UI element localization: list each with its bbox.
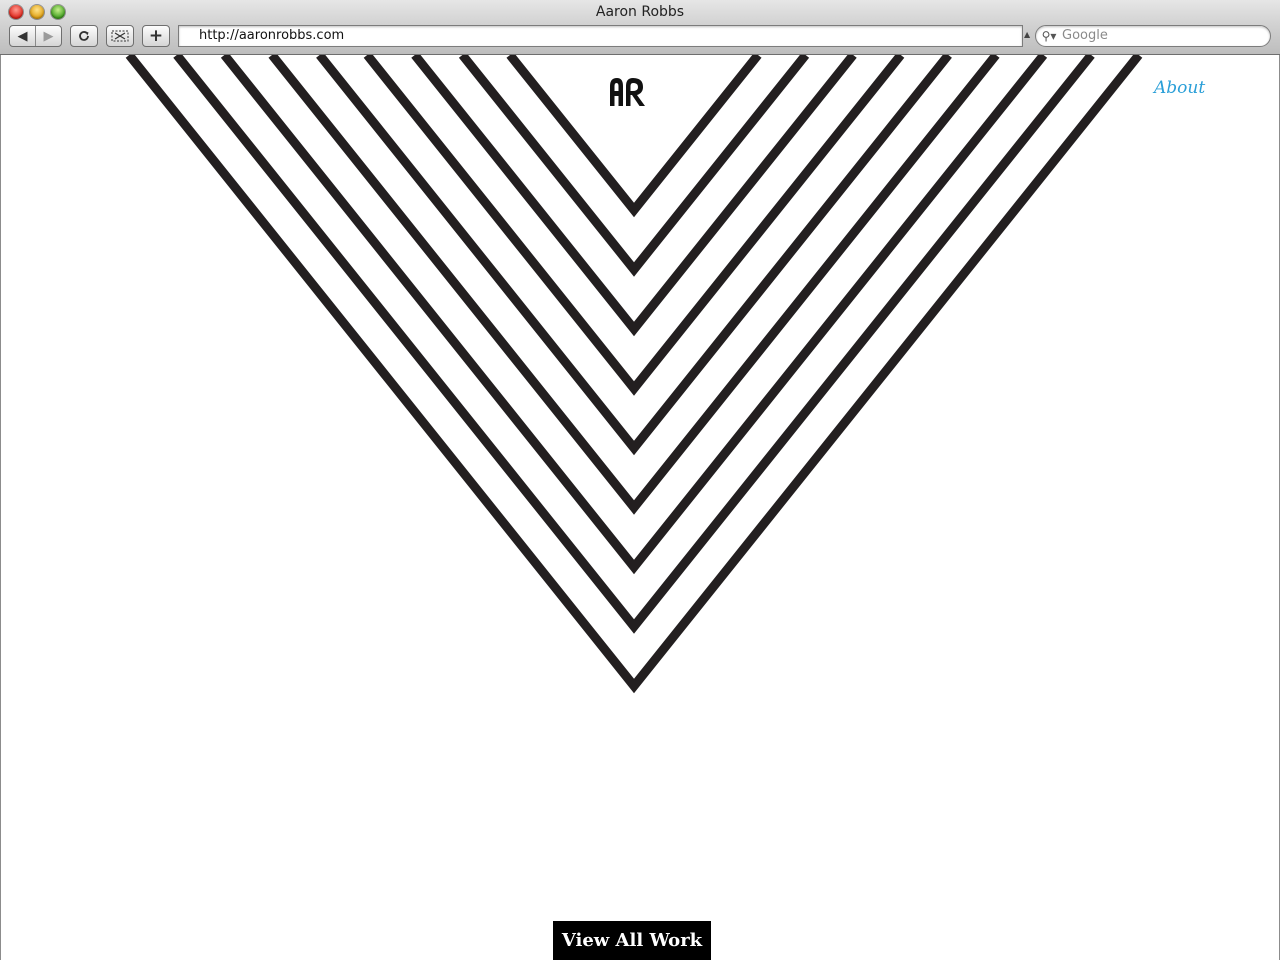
back-forward-group: ◀ ▶ <box>9 25 62 47</box>
address-bar[interactable]: http://aaronrobbs.com <box>178 25 1023 47</box>
view-all-work-button[interactable]: View All Work <box>553 921 711 960</box>
search-icon: ⚲▾ <box>1041 29 1057 43</box>
back-button[interactable]: ◀ <box>10 26 35 46</box>
chevron-stripes-graphic <box>125 55 1143 694</box>
add-bookmark-button[interactable]: + <box>142 25 170 47</box>
back-arrow-icon: ◀ <box>17 28 28 44</box>
snip-icon <box>111 30 129 42</box>
chevron-stripe <box>125 55 1143 694</box>
reload-icon <box>79 31 89 41</box>
forward-arrow-icon: ▶ <box>43 28 54 44</box>
about-link[interactable]: About <box>1154 78 1205 98</box>
address-dropdown-icon[interactable]: ▲ <box>1024 30 1030 39</box>
reload-button[interactable] <box>70 25 98 47</box>
snip-button[interactable] <box>106 25 134 47</box>
chevron-stripe <box>220 55 1048 575</box>
search-placeholder: Google <box>1062 28 1108 43</box>
search-field[interactable]: ⚲▾ Google <box>1035 25 1271 47</box>
forward-button[interactable]: ▶ <box>35 26 61 46</box>
web-page: About View All Work <box>0 55 1280 960</box>
chevron-stripe <box>173 55 1095 634</box>
ar-logo-icon[interactable] <box>609 77 647 107</box>
chevron-stripe <box>268 55 1000 515</box>
window-title: Aaron Robbs <box>595 4 685 20</box>
browser-chrome: Aaron Robbs ◀ ▶ + http://aaronrobbs.com … <box>0 0 1280 55</box>
